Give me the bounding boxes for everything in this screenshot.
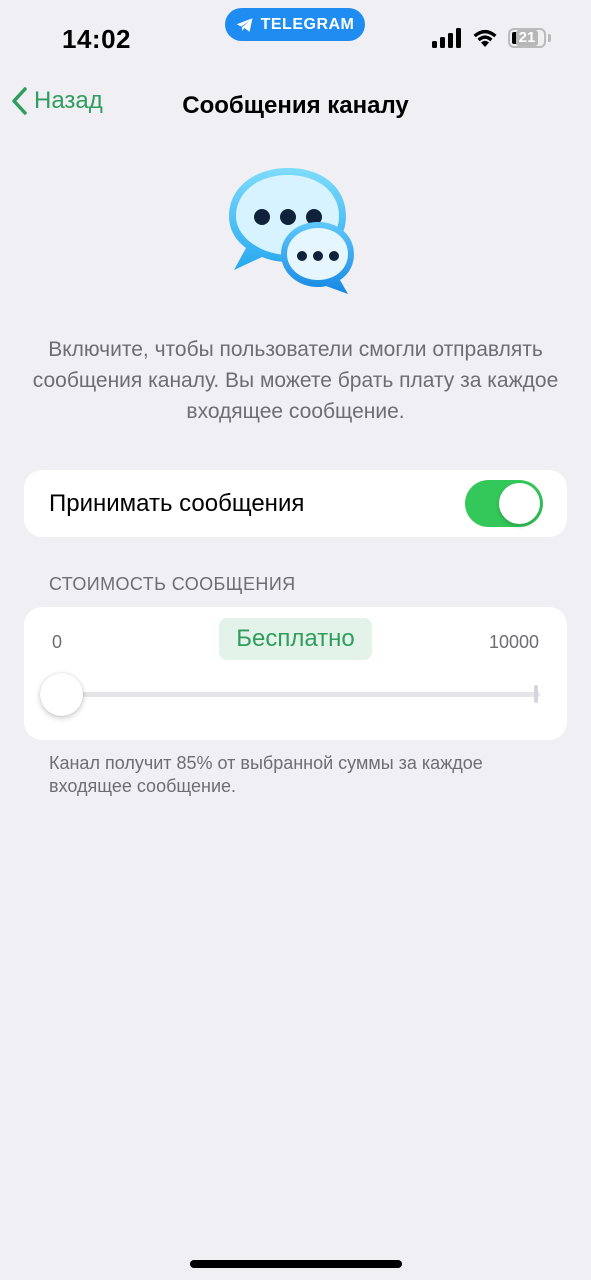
accept-messages-label: Принимать сообщения — [49, 490, 305, 517]
price-slider-track[interactable] — [62, 692, 540, 697]
price-slider-card: 0 Бесплатно 10000 — [24, 607, 567, 740]
accept-messages-toggle[interactable] — [465, 480, 543, 527]
slider-min-label: 0 — [52, 632, 63, 652]
accept-messages-row[interactable]: Принимать сообщения — [24, 470, 567, 537]
home-indicator[interactable] — [190, 1260, 402, 1268]
battery-icon: 21 — [508, 28, 546, 48]
page-title: Сообщения каналу — [182, 92, 409, 119]
navigation-bar: Назад Сообщения каналу — [0, 80, 591, 130]
status-time: 14:02 — [62, 24, 131, 54]
status-icons: 21 — [432, 28, 551, 48]
price-slider-thumb[interactable] — [40, 673, 83, 716]
battery-level: 21 — [515, 30, 539, 46]
chat-bubbles-icon — [229, 168, 354, 294]
return-to-app-pill[interactable]: TELEGRAM — [225, 8, 365, 41]
price-section-header: СТОИМОСТЬ СООБЩЕНИЯ — [49, 574, 296, 594]
slider-max-label: 10000 — [488, 632, 539, 652]
telegram-plane-icon — [236, 17, 253, 32]
wifi-icon — [473, 29, 497, 47]
cellular-signal-icon — [432, 28, 461, 48]
toggle-knob — [499, 483, 540, 524]
status-bar: 14:02 TELEGRAM 21 — [0, 0, 591, 70]
slider-end-marker — [534, 685, 538, 703]
battery-tip — [548, 34, 551, 42]
revenue-share-note: Канал получит 85% от выбранной суммы за … — [49, 753, 483, 796]
feature-description: Включите, чтобы пользователи смогли отпр… — [32, 338, 559, 423]
app-pill-label: TELEGRAM — [260, 15, 355, 33]
current-price-badge: Бесплатно — [219, 618, 372, 660]
